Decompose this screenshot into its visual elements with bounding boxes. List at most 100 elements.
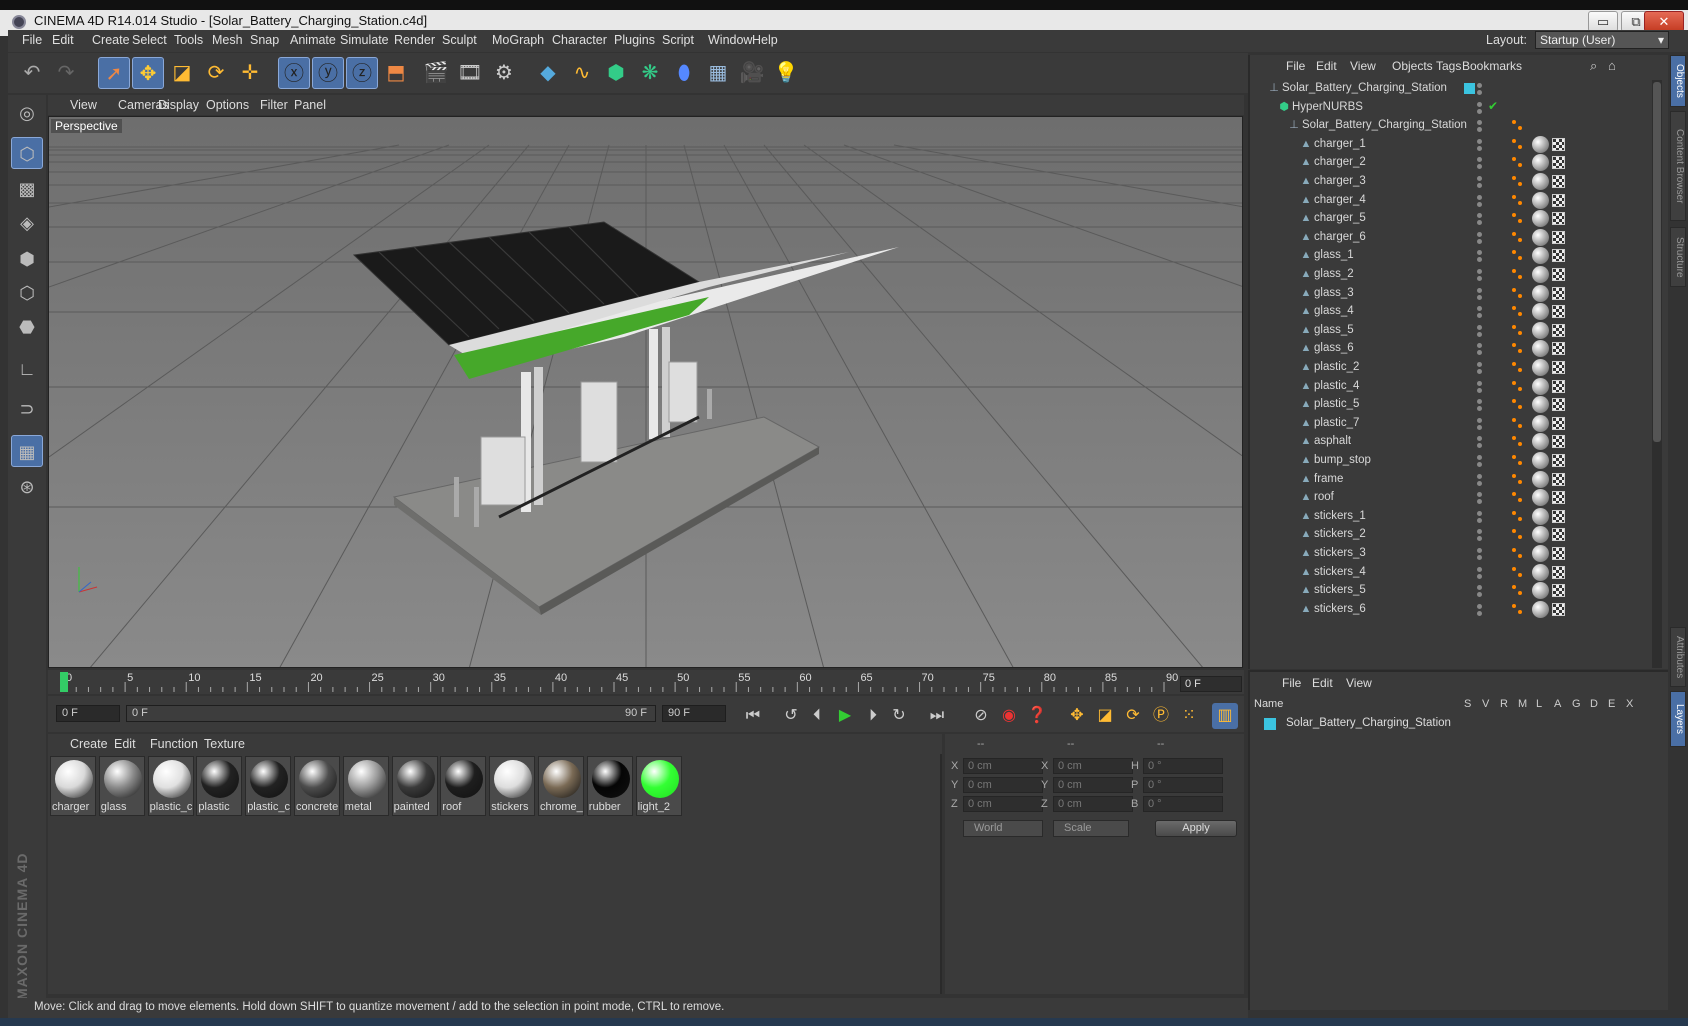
key-parameter-icon[interactable]: Ⓟ <box>1148 703 1174 729</box>
keyframe-selection-icon[interactable]: ❓ <box>1024 703 1050 729</box>
visibility-dots[interactable] <box>1476 380 1484 395</box>
object-row[interactable]: ▲ asphalt <box>1250 432 1654 452</box>
phong-tag[interactable] <box>1512 529 1524 541</box>
material-tag[interactable] <box>1532 433 1549 451</box>
uvw-tag[interactable] <box>1552 212 1565 226</box>
object-row[interactable]: ▲ plastic_5 <box>1250 395 1654 415</box>
object-row[interactable]: ▲ charger_2 <box>1250 153 1654 173</box>
x-axis-lock-icon[interactable]: ⓧ <box>278 57 310 89</box>
transform-tool-icon[interactable]: ✛ <box>234 57 266 89</box>
material-tag[interactable] <box>1532 135 1549 153</box>
model-mode-icon[interactable]: ⬡ <box>11 137 43 169</box>
visibility-dots[interactable] <box>1476 603 1484 618</box>
object-row[interactable]: ▲ stickers_2 <box>1250 525 1654 545</box>
object-row[interactable]: ▲ plastic_4 <box>1250 377 1654 397</box>
material-swatch[interactable]: stickers <box>489 756 536 816</box>
material-tag[interactable] <box>1532 600 1549 618</box>
visibility-dots[interactable] <box>1476 231 1484 246</box>
object-row[interactable]: ▲ stickers_4 <box>1250 563 1654 583</box>
scroll-thumb[interactable] <box>1653 82 1661 442</box>
visibility-dots[interactable] <box>1476 473 1484 488</box>
visibility-dots[interactable] <box>1476 176 1484 190</box>
coord-field-h[interactable]: 0 ° <box>1143 758 1223 774</box>
visibility-dots[interactable] <box>1476 548 1484 562</box>
visibility-dots[interactable] <box>1476 492 1484 506</box>
key-rotation-icon[interactable]: ⟳ <box>1120 703 1146 729</box>
object-row[interactable]: ▲ charger_5 <box>1250 209 1654 229</box>
viewport-menu-options[interactable]: Options <box>206 98 249 112</box>
move-tool-icon[interactable]: ✥ <box>132 57 164 89</box>
menu-select[interactable]: Select <box>132 33 167 47</box>
visibility-dots[interactable] <box>1476 194 1484 209</box>
magnet-icon[interactable]: ⊃ <box>11 393 43 425</box>
material-menu-function[interactable]: Function <box>150 737 198 751</box>
playhead[interactable] <box>60 672 68 692</box>
object-menu-tags[interactable]: Tags <box>1436 59 1461 73</box>
phong-tag[interactable] <box>1512 231 1524 244</box>
material-tag[interactable] <box>1532 321 1549 339</box>
menu-help[interactable]: Help <box>752 33 778 47</box>
y-axis-lock-icon[interactable]: ⓨ <box>312 57 344 89</box>
material-tag[interactable] <box>1532 396 1549 414</box>
object-menu-edit[interactable]: Edit <box>1316 59 1337 73</box>
object-row[interactable]: ▲ glass_4 <box>1250 302 1654 322</box>
play-icon[interactable]: ▶ <box>832 703 858 729</box>
material-tag[interactable] <box>1532 582 1549 600</box>
visibility-dots[interactable] <box>1476 287 1484 302</box>
object-row[interactable]: ▲ stickers_1 <box>1250 507 1654 527</box>
uvw-tag[interactable] <box>1552 230 1565 244</box>
object-row[interactable]: ▲ glass_5 <box>1250 321 1654 341</box>
spline-icon[interactable]: ∿ <box>566 57 598 89</box>
layer-column-header[interactable]: E <box>1608 698 1615 710</box>
start-frame-field[interactable]: 0 F <box>56 705 120 722</box>
material-tag[interactable] <box>1532 228 1549 246</box>
object-row[interactable]: ▲ charger_6 <box>1250 228 1654 248</box>
workplane-lock-icon[interactable]: ▦ <box>11 435 43 467</box>
visibility-dots[interactable] <box>1476 138 1484 153</box>
phong-tag[interactable] <box>1512 436 1524 448</box>
uvw-tag[interactable] <box>1552 156 1565 170</box>
layer-column-header[interactable]: S <box>1464 698 1471 710</box>
perspective-viewport[interactable]: Perspective <box>48 116 1243 668</box>
minimize-button[interactable]: ▭ <box>1588 11 1618 32</box>
visibility-dots[interactable] <box>1476 566 1484 581</box>
uvw-tag[interactable] <box>1552 528 1565 542</box>
layer-menu-file[interactable]: File <box>1282 676 1301 690</box>
coord-field-x[interactable]: 0 cm <box>963 758 1043 774</box>
layer-color-swatch[interactable] <box>1264 718 1276 730</box>
phong-tag[interactable] <box>1512 473 1524 486</box>
uvw-tag[interactable] <box>1552 509 1565 523</box>
rotate-tool-icon[interactable]: ⟳ <box>200 57 232 89</box>
render-picture-viewer-icon[interactable]: 🎞 <box>454 57 486 89</box>
uvw-tag[interactable] <box>1552 454 1565 467</box>
object-row[interactable]: ▲ glass_2 <box>1250 265 1654 285</box>
phong-tag[interactable] <box>1512 455 1524 467</box>
light-icon[interactable]: 💡 <box>770 57 802 89</box>
material-tag[interactable] <box>1532 359 1549 376</box>
polygons-mode-icon[interactable]: ⬣ <box>11 311 43 343</box>
snap-icon[interactable]: ⊛ <box>11 471 43 503</box>
range-slider[interactable]: 0 F 90 F <box>126 705 656 722</box>
visibility-dots[interactable] <box>1476 157 1484 171</box>
uvw-tag[interactable] <box>1552 565 1565 579</box>
key-scale-icon[interactable]: ◪ <box>1092 703 1118 729</box>
side-tab-layers[interactable]: Layers <box>1670 691 1686 747</box>
uvw-tag[interactable] <box>1552 286 1565 300</box>
material-swatch[interactable]: metal <box>342 756 389 816</box>
phong-tag[interactable] <box>1512 269 1524 281</box>
previous-key-icon[interactable]: ↺ <box>778 703 804 729</box>
menu-sculpt[interactable]: Sculpt <box>442 33 477 47</box>
coord-field-y[interactable]: 0 cm <box>1053 777 1133 793</box>
phong-tag[interactable] <box>1512 306 1524 318</box>
object-row[interactable]: ⬢ HyperNURBS ✔ <box>1250 98 1654 118</box>
material-tag[interactable] <box>1532 266 1549 283</box>
uvw-tag[interactable] <box>1552 584 1565 598</box>
layer-column-header[interactable]: G <box>1572 698 1581 710</box>
phong-tag[interactable] <box>1512 548 1524 560</box>
material-tag[interactable] <box>1532 470 1549 488</box>
uvw-tag[interactable] <box>1552 435 1565 449</box>
material-menu-create[interactable]: Create <box>70 737 108 751</box>
layout-dropdown[interactable]: Startup (User) <box>1535 31 1669 49</box>
next-frame-icon[interactable]: ⏵ <box>860 703 886 729</box>
viewport-menu-panel[interactable]: Panel <box>294 98 326 112</box>
